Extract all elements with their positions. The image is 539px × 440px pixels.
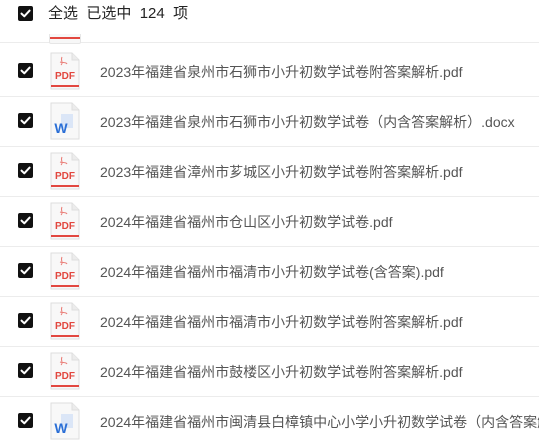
file-list: PDF 2023年福建省泉州市石狮市小升初数学试卷附答案解析.pdf W 2023年福… [0, 34, 539, 440]
pdf-file-icon: PDF [48, 302, 82, 340]
file-list-item[interactable]: W 2023年福建省泉州市石狮市小升初数学试卷（内含答案解析）.docx [0, 97, 539, 147]
pdf-icon-label: PDF [55, 171, 75, 182]
file-checkbox[interactable] [18, 413, 33, 428]
pdf-icon-label: PDF [55, 371, 75, 382]
checkmark-icon [20, 9, 31, 18]
file-name: 2023年福建省泉州市石狮市小升初数学试卷附答案解析.pdf [100, 64, 463, 80]
pdf-file-icon: PDF [48, 202, 82, 240]
file-list-item[interactable]: PDF 2023年福建省漳州市芗城区小升初数学试卷附答案解析.pdf [0, 147, 539, 197]
selected-suffix: 项 [173, 5, 189, 22]
checkmark-icon [20, 66, 31, 75]
selected-count: 124 [139, 5, 165, 22]
word-file-icon: W [48, 102, 82, 140]
file-list-item[interactable]: W 2024年福建省福州市闽清县白樟镇中心小学小升初数学试卷（内含答案解析）.do… [0, 397, 539, 440]
checkmark-icon [20, 316, 31, 325]
checkmark-icon [20, 266, 31, 275]
file-name: 2023年福建省泉州市石狮市小升初数学试卷（内含答案解析）.docx [100, 114, 515, 130]
checkmark-icon [20, 416, 31, 425]
pdf-file-icon: PDF [48, 52, 82, 90]
file-name: 2024年福建省福州市仓山区小升初数学试卷.pdf [100, 214, 393, 230]
file-checkbox[interactable] [18, 363, 33, 378]
file-list-item[interactable]: PDF 2024年福建省福州市福清市小升初数学试卷附答案解析.pdf [0, 297, 539, 347]
pdf-file-icon [49, 34, 81, 44]
file-list-item[interactable]: PDF 2024年福建省福州市福清市小升初数学试卷(含答案).pdf [0, 247, 539, 297]
file-list-item[interactable]: PDF 2024年福建省福州市鼓楼区小升初数学试卷附答案解析.pdf [0, 347, 539, 397]
file-name: 2024年福建省福州市闽清县白樟镇中心小学小升初数学试卷（内含答案解析）.doc… [100, 414, 539, 430]
file-name: 2024年福建省福州市福清市小升初数学试卷(含答案).pdf [100, 264, 444, 280]
partial-list-item [0, 34, 539, 44]
pdf-icon-label: PDF [55, 71, 75, 82]
file-list-item[interactable]: PDF 2023年福建省泉州市石狮市小升初数学试卷附答案解析.pdf [0, 47, 539, 97]
selected-prefix: 已选中 [86, 5, 132, 22]
selection-summary: 全选 已选中 124 项 [48, 5, 188, 23]
file-checkbox[interactable] [18, 113, 33, 128]
checkmark-icon [20, 166, 31, 175]
pdf-icon-label: PDF [55, 221, 75, 232]
word-file-icon: W [48, 402, 82, 440]
pdf-file-icon: PDF [48, 252, 82, 290]
checkmark-icon [20, 216, 31, 225]
select-all-checkbox[interactable] [18, 6, 33, 21]
word-icon-label: W [54, 120, 68, 136]
word-icon-label: W [54, 420, 68, 436]
select-all-label[interactable]: 全选 [48, 5, 78, 22]
file-name: 2023年福建省漳州市芗城区小升初数学试卷附答案解析.pdf [100, 164, 463, 180]
checkmark-icon [20, 116, 31, 125]
pdf-file-icon: PDF [48, 152, 82, 190]
file-checkbox[interactable] [18, 313, 33, 328]
pdf-icon-label: PDF [55, 321, 75, 332]
file-name: 2024年福建省福州市鼓楼区小升初数学试卷附答案解析.pdf [100, 364, 463, 380]
selection-toolbar: 全选 已选中 124 项 [0, 0, 539, 30]
file-name: 2024年福建省福州市福清市小升初数学试卷附答案解析.pdf [100, 314, 463, 330]
file-selection-panel: 全选 已选中 124 项 PDF 2023年福建省泉州市石狮市小升初数学试卷附答案… [0, 0, 539, 440]
file-checkbox[interactable] [18, 263, 33, 278]
file-checkbox[interactable] [18, 163, 33, 178]
file-checkbox[interactable] [18, 213, 33, 228]
file-checkbox[interactable] [18, 63, 33, 78]
file-list-item[interactable]: PDF 2024年福建省福州市仓山区小升初数学试卷.pdf [0, 197, 539, 247]
pdf-file-icon: PDF [48, 352, 82, 390]
checkmark-icon [20, 366, 31, 375]
pdf-icon-label: PDF [55, 271, 75, 282]
